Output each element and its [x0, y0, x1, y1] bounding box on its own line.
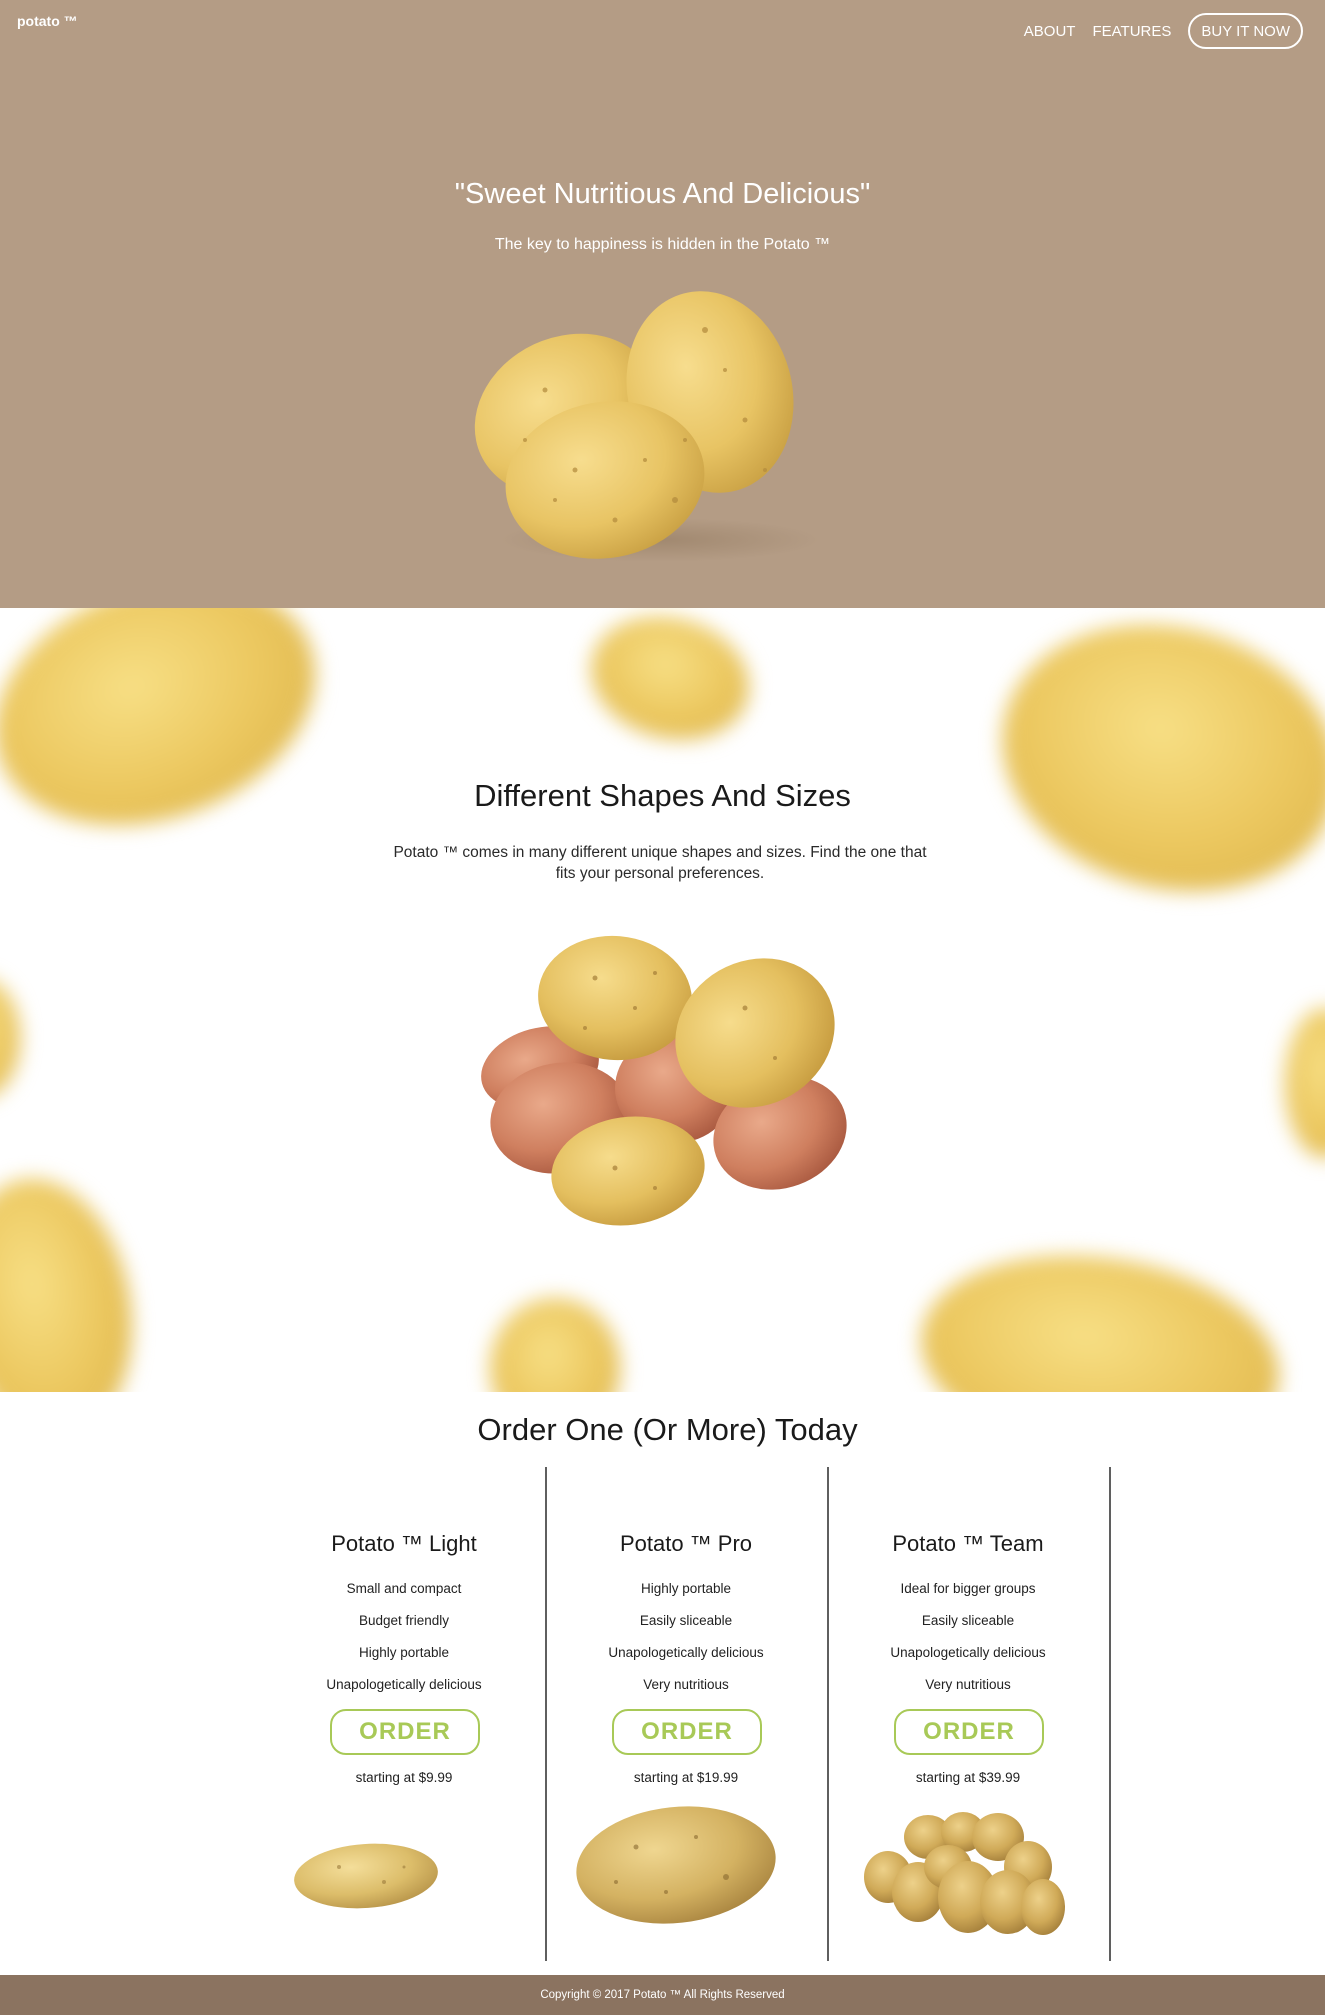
plan-feature: Highly portable [358, 1645, 450, 1660]
plan-feature: Unapologetically delicious [890, 1645, 1046, 1660]
plan-name: Potato ™ Light [331, 1531, 477, 1556]
plan-feature: Very nutritious [643, 1677, 729, 1692]
plan-divider [1109, 1467, 1111, 1961]
plan-feature: Easily sliceable [921, 1613, 1015, 1628]
blurred-potato-decoration [490, 1298, 620, 1392]
plan-price: starting at $39.99 [915, 1770, 1021, 1785]
plan-feature: Easily sliceable [639, 1613, 733, 1628]
buy-it-now-button[interactable]: BUY IT NOW [1188, 13, 1303, 49]
plan-feature: Highly portable [640, 1581, 732, 1596]
hero-subtitle: The key to happiness is hidden in the Po… [494, 236, 831, 253]
plan-feature: Budget friendly [358, 1613, 450, 1628]
plan-card-team: Potato ™ Team Ideal for bigger groups Ea… [827, 1467, 1109, 1961]
plan-price: starting at $19.99 [633, 1770, 739, 1785]
plan-card-light: Potato ™ Light Small and compact Budget … [263, 1467, 545, 1961]
large-potato-icon [576, 1806, 776, 1924]
pricing-plans: Potato ™ Light Small and compact Budget … [263, 1467, 1111, 1961]
blurred-potato-decoration [907, 1233, 1293, 1392]
blurred-potato-decoration [972, 608, 1325, 928]
logo[interactable]: potato ™ [17, 13, 78, 29]
footer: Copyright © 2017 Potato ™ All Rights Res… [0, 1975, 1325, 2015]
blurred-potato-decoration [577, 608, 763, 757]
order-button[interactable]: ORDER [612, 1709, 762, 1755]
order-title: Order One (Or More) Today [477, 1412, 858, 1447]
copyright-text: Copyright © 2017 Potato ™ All Rights Res… [540, 1989, 785, 2001]
plan-name: Potato ™ Pro [619, 1531, 753, 1556]
order-button[interactable]: ORDER [894, 1709, 1044, 1755]
nav-link-about[interactable]: ABOUT [1024, 23, 1076, 40]
potato-trio-icon [474, 291, 820, 562]
blurred-potato-decoration [0, 608, 350, 868]
nav-link-features[interactable]: FEATURES [1092, 23, 1171, 40]
shapes-description: Potato ™ comes in many different unique … [393, 844, 927, 882]
blurred-potato-decoration [1285, 1008, 1325, 1158]
small-potato-icon [294, 1843, 438, 1909]
order-button[interactable]: ORDER [330, 1709, 480, 1755]
hero-section: potato ™ ABOUT FEATURES BUY IT NOW "Swee… [0, 0, 1325, 608]
hero-title: "Sweet Nutritious And Delicious" [454, 178, 871, 210]
blurred-potato-decoration [0, 1165, 152, 1392]
plan-card-pro: Potato ™ Pro Highly portable Easily slic… [545, 1467, 827, 1961]
plan-name: Potato ™ Team [892, 1531, 1044, 1556]
plan-price: starting at $9.99 [355, 1770, 453, 1785]
plan-feature: Ideal for bigger groups [900, 1581, 1036, 1596]
plan-feature: Small and compact [346, 1581, 462, 1596]
plan-feature: Unapologetically delicious [326, 1677, 482, 1692]
blurred-potato-decoration [0, 978, 20, 1098]
shapes-section: Different Shapes And Sizes Potato ™ come… [0, 608, 1325, 1392]
shapes-title: Different Shapes And Sizes [474, 778, 851, 813]
potato-pile-icon [864, 1812, 1065, 1935]
mixed-potatoes-icon [481, 935, 847, 1226]
plan-feature: Unapologetically delicious [608, 1645, 764, 1660]
top-nav: ABOUT FEATURES BUY IT NOW [1024, 13, 1303, 49]
plan-feature: Very nutritious [925, 1677, 1011, 1692]
